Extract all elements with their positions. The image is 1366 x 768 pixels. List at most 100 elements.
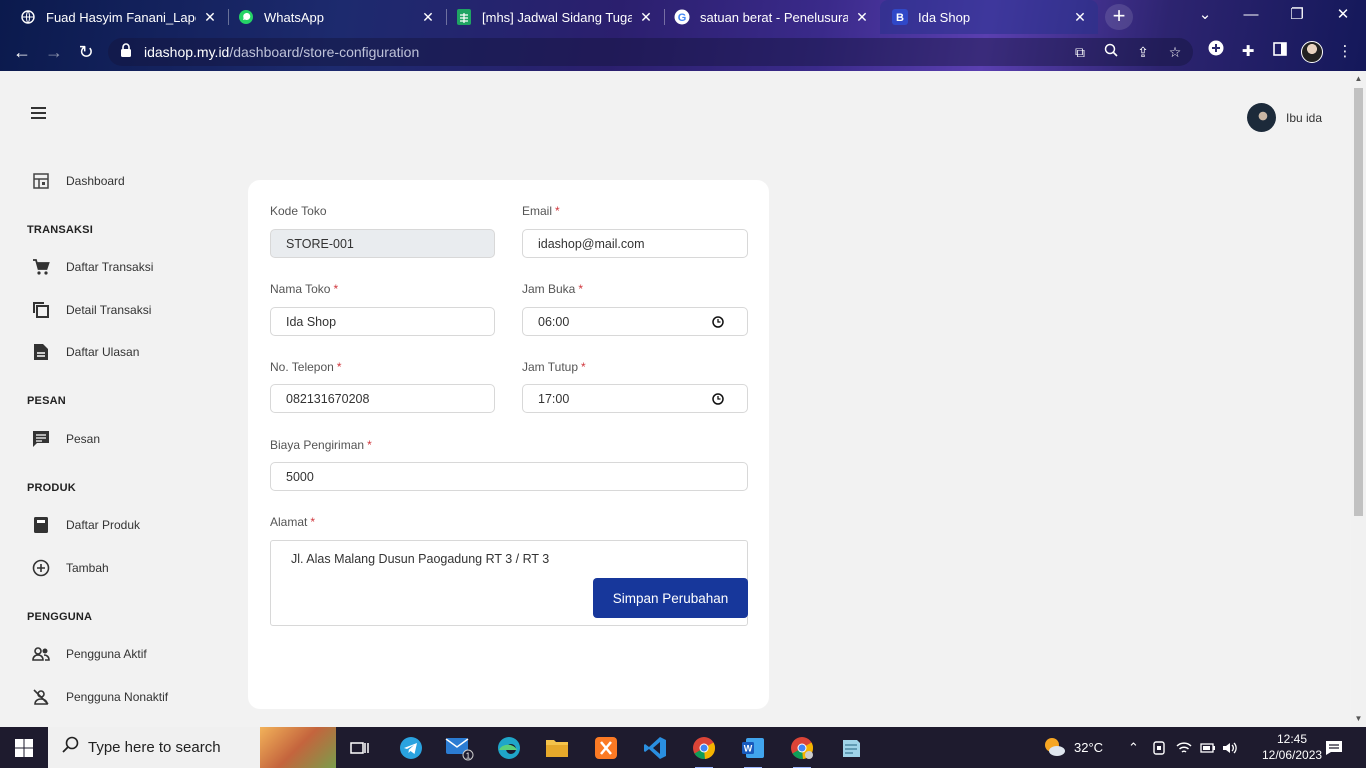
- label-text: Jam Buka: [522, 282, 576, 296]
- reload-button[interactable]: ↻: [73, 40, 99, 64]
- windows-start-button[interactable]: [0, 727, 48, 768]
- sidebar-section-produk: PRODUK: [27, 482, 76, 494]
- tab-label: Ida Shop: [918, 9, 971, 25]
- sidebar-item-pengguna-aktif[interactable]: Pengguna Aktif: [32, 645, 147, 663]
- jam-tutup-time-input[interactable]: 17:00: [522, 384, 748, 413]
- battery-icon[interactable]: [1200, 727, 1216, 768]
- sidebar-item-pengguna-nonaktif[interactable]: Pengguna Nonaktif: [32, 688, 168, 706]
- close-icon[interactable]: ✕: [1072, 9, 1088, 26]
- copy-icon: [32, 301, 50, 319]
- sidebar-item-detail-transaksi[interactable]: Detail Transaksi: [32, 301, 151, 319]
- label-text: Alamat: [270, 515, 308, 529]
- notepad-icon[interactable]: [836, 733, 866, 763]
- tab-google-search[interactable]: G satuan berat - Penelusuran G ✕: [664, 0, 880, 34]
- avatar: [1247, 103, 1276, 132]
- address-bar[interactable]: idashop.my.id/dashboard/store-configurat…: [108, 38, 1193, 66]
- mail-icon[interactable]: 1: [445, 733, 475, 763]
- jam-buka-label: Jam Buka *: [522, 282, 583, 296]
- telegram-icon[interactable]: [396, 733, 426, 763]
- tab-laporan[interactable]: Fuad Hasyim Fanani_Laporan ✕: [0, 0, 228, 34]
- required-mark: *: [310, 515, 316, 529]
- telepon-input[interactable]: 082131670208: [270, 384, 495, 413]
- extensions-puzzle-icon[interactable]: ✚: [1236, 40, 1260, 64]
- sidebar-item-daftar-ulasan[interactable]: Daftar Ulasan: [32, 343, 139, 361]
- required-mark: *: [333, 282, 339, 296]
- file-explorer-icon[interactable]: [542, 733, 572, 763]
- close-icon[interactable]: ✕: [854, 9, 870, 26]
- people-icon: [32, 645, 50, 663]
- nama-toko-input[interactable]: Ida Shop: [270, 307, 495, 336]
- system-clock[interactable]: 12:45 12/06/2023: [1262, 731, 1322, 763]
- sheets-icon: [456, 9, 472, 25]
- tab-whatsapp[interactable]: WhatsApp ✕: [228, 0, 446, 34]
- open-external-icon[interactable]: ⧉: [1070, 42, 1090, 62]
- email-field[interactable]: idashop@mail.com: [522, 229, 748, 258]
- edge-icon[interactable]: [494, 733, 524, 763]
- label-text: Email: [522, 204, 553, 218]
- scroll-up-icon[interactable]: ▲: [1354, 74, 1363, 83]
- notification-center-icon[interactable]: [1325, 727, 1343, 768]
- user-name: Ibu ida: [1286, 110, 1323, 125]
- windows-taskbar: Type here to search 1 W 32°C ⌃ 12:45 12/…: [0, 727, 1366, 768]
- side-panel-icon[interactable]: [1268, 40, 1292, 64]
- clock-icon[interactable]: [712, 316, 724, 328]
- weather-widget[interactable]: 32°C: [1042, 727, 1103, 768]
- chevron-down-icon[interactable]: ⌄: [1182, 0, 1228, 32]
- close-icon[interactable]: ✕: [202, 9, 218, 26]
- zoom-icon[interactable]: [1101, 42, 1121, 62]
- share-icon[interactable]: ⇪: [1133, 42, 1153, 62]
- back-button[interactable]: ←: [9, 40, 35, 64]
- bookmark-star-icon[interactable]: ☆: [1165, 42, 1185, 62]
- globe-icon: [20, 9, 36, 25]
- chrome-icon[interactable]: [689, 733, 719, 768]
- required-mark: *: [336, 360, 342, 374]
- mail-badge: 1: [466, 752, 471, 761]
- sidebar-item-daftar-produk[interactable]: Daftar Produk: [32, 516, 140, 534]
- tab-jadwal-sidang[interactable]: [mhs] Jadwal Sidang Tugas A ✕: [446, 0, 664, 34]
- scrollbar-thumb[interactable]: [1354, 88, 1363, 516]
- kebab-menu-icon[interactable]: ⋮: [1333, 40, 1357, 64]
- sidebar-item-label: Daftar Transaksi: [66, 260, 154, 274]
- forward-button[interactable]: →: [41, 40, 67, 64]
- close-icon[interactable]: ✕: [420, 9, 436, 26]
- task-view-icon[interactable]: [345, 733, 375, 763]
- tab-label: Fuad Hasyim Fanani_Laporan: [46, 9, 196, 25]
- vscode-icon[interactable]: [640, 733, 670, 763]
- sidebar-item-dashboard[interactable]: Dashboard: [32, 172, 125, 190]
- search-highlight-image: [260, 727, 336, 768]
- new-tab-button[interactable]: +: [1105, 4, 1133, 30]
- close-window-button[interactable]: ✕: [1320, 0, 1366, 32]
- page-content: Ibu ida Dashboard TRANSAKSI Daftar Trans…: [0, 71, 1351, 727]
- chrome-profile-icon[interactable]: [787, 733, 817, 768]
- sidebar-item-tambah[interactable]: Tambah: [32, 559, 109, 577]
- volume-icon[interactable]: [1222, 727, 1238, 768]
- save-changes-button[interactable]: Simpan Perubahan: [593, 578, 748, 618]
- hamburger-menu-icon[interactable]: [31, 107, 46, 119]
- minimize-button[interactable]: —: [1228, 0, 1274, 32]
- tray-usb-icon[interactable]: [1152, 727, 1166, 768]
- tray-chevron-up-icon[interactable]: ⌃: [1128, 727, 1139, 768]
- wifi-icon[interactable]: [1176, 727, 1192, 768]
- restore-button[interactable]: ❐: [1274, 0, 1320, 32]
- svg-text:W: W: [744, 744, 753, 754]
- word-icon[interactable]: W: [738, 733, 768, 768]
- sidebar-item-label: Pesan: [66, 432, 101, 446]
- sidebar-item-label: Daftar Ulasan: [66, 345, 140, 359]
- message-icon: [32, 430, 50, 448]
- user-menu[interactable]: Ibu ida: [1247, 103, 1322, 132]
- taskbar-search-box[interactable]: Type here to search: [48, 727, 336, 768]
- scroll-down-icon[interactable]: ▼: [1354, 714, 1363, 723]
- extension-add-icon[interactable]: [1204, 40, 1228, 64]
- xampp-icon[interactable]: [591, 733, 621, 763]
- page-scrollbar[interactable]: ▲ ▼: [1351, 71, 1366, 727]
- jam-buka-time-input[interactable]: 06:00: [522, 307, 748, 336]
- biaya-pengiriman-input[interactable]: 5000: [270, 462, 748, 491]
- close-icon[interactable]: ✕: [638, 9, 654, 26]
- sidebar-section-pengguna: PENGGUNA: [27, 611, 93, 623]
- profile-avatar[interactable]: [1301, 41, 1323, 63]
- sidebar-item-pesan[interactable]: Pesan: [32, 430, 100, 448]
- tab-ida-shop[interactable]: B Ida Shop ✕: [880, 0, 1098, 34]
- clock-icon[interactable]: [712, 393, 724, 405]
- sidebar-item-daftar-transaksi[interactable]: Daftar Transaksi: [32, 258, 153, 276]
- add-circle-icon: [32, 559, 50, 577]
